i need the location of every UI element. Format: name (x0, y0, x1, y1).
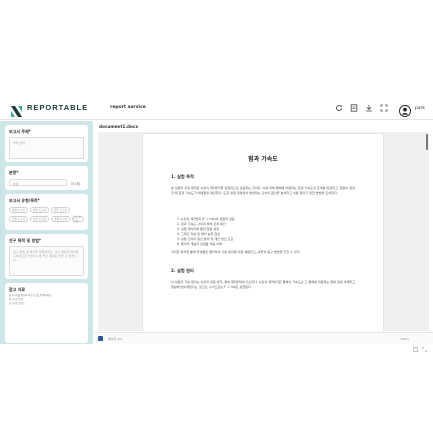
brand-name: REPORTABLE (27, 103, 89, 112)
report-type-label: 보고서 유형/목적* (9, 198, 40, 203)
report-settings-sidebar: 보고서 주제* 주제 입력 분량* 분량 자 (자) 보고서 유형/목적* 실험… (0, 121, 93, 344)
list-item: 3. 실험 데이터를 통한 질량 측정 (177, 227, 220, 231)
list-item: 4. 그래프 작성 및 해석 능력 향상 (177, 232, 221, 236)
document-page: 힘과 가속도 1. 실험 목적 본 실험의 주된 목적은 뉴턴의 제2법칙을 실… (143, 134, 383, 331)
chip-topic[interactable]: 주제 보고서 (51, 216, 70, 222)
app-header: REPORTABLE report service park (0, 96, 433, 120)
length-unit: 자 (자) (71, 182, 81, 186)
vertical-scrollbar[interactable] (426, 134, 428, 150)
chip-field[interactable]: 현장 보고서 (9, 216, 28, 222)
service-title: report service (110, 105, 146, 110)
document-viewer: document1.docx 힘과 가속도 1. 실험 목적 본 실험의 주된 … (94, 121, 433, 352)
chip-business[interactable]: 사업 보고서 (30, 216, 49, 222)
report-type-card: 보고서 유형/목적* 실험 보고서 결과 보고서 업무 보고서 현장 보고서 사… (5, 194, 88, 230)
length-card: 분량* 분량 자 (자) (5, 166, 88, 190)
research-label: 연구 목적 및 방법* (9, 238, 42, 243)
document-title: 힘과 가속도 (248, 156, 278, 163)
chip-experiment[interactable]: 실험 보고서 (9, 207, 28, 213)
app-window: REPORTABLE report service park 보고서 주제* 주… (0, 96, 433, 352)
research-card: 연구 목적 및 방법* 연구 방법 및 목적을 입력하세요. 연구 방법과 목적… (5, 234, 88, 279)
section-paragraph: 본 실험의 주된 목적은 뉴턴의 제2법칙을 실험적으로 검증하는 것이다. 이… (171, 186, 355, 195)
chip-work[interactable]: 업무 보고서 (51, 207, 70, 213)
reference-item[interactable]: 참고자료 업로드 (9, 302, 84, 306)
user-avatar-icon[interactable] (398, 102, 411, 117)
references-list: 참고자료를 첨부하거나 링크를 입력하세요 참고자료 입력 참고자료 업로드 (9, 294, 84, 305)
refresh-icon[interactable] (335, 104, 344, 113)
section-closing: 이러한 목적을 통해 학생들은 물리학의 기본 원리를 직접 체험하고, 과학적… (171, 250, 301, 254)
section-heading: 1. 실험 목적 (171, 174, 194, 179)
brand-logo[interactable]: REPORTABLE (11, 102, 89, 117)
expand-icon[interactable] (380, 104, 389, 113)
document-canvas[interactable]: 힘과 가속도 1. 실험 목적 본 실험의 주된 목적은 뉴턴의 제2법칙을 실… (98, 132, 429, 331)
chip-result[interactable]: 결과 보고서 (30, 207, 49, 213)
list-item: 5. 실험 오차의 원인 분석 및 개선 방안 도출 (177, 237, 234, 241)
length-input[interactable]: 분량 (9, 179, 67, 186)
references-card: 참고 자료 참고자료를 첨부하거나 링크를 입력하세요 참고자료 입력 참고자료… (5, 283, 88, 343)
research-input[interactable]: 연구 방법 및 목적을 입력하세요. 연구 방법과 목적을 구체적으로 작성할수… (9, 246, 84, 276)
subject-placeholder: 주제 입력 (13, 141, 25, 145)
document-file-name: document1.docx (99, 124, 139, 129)
section-heading: 2. 실험 원리 (171, 268, 194, 273)
fit-page-icon[interactable] (413, 337, 418, 352)
subject-card: 보고서 주제* 주제 입력 (5, 125, 88, 162)
list-item: 2. 힘과 가속도 사이의 비례 관계 확인 (177, 222, 226, 226)
zoom-level[interactable]: 100% (400, 337, 409, 341)
header-actions: park (329, 96, 425, 120)
section-paragraph: 이 실험의 기본 원리는 뉴턴의 운동 법칙, 특히 제2법칙에 기초한다. 뉴… (171, 280, 355, 289)
list-item: 6. 물리적 개념의 실생활 적용 이해 (177, 242, 222, 246)
list-item: 1. 뉴턴의 제2법칙 (F = ma)의 실험적 검증 (177, 217, 235, 221)
status-bar: 페이지 1/2 100% (94, 332, 433, 352)
length-placeholder: 분량 (13, 181, 19, 186)
document-icon[interactable] (350, 104, 359, 113)
chip-paper[interactable]: 논문 보고서 (72, 216, 84, 223)
subject-input[interactable]: 주제 입력 (9, 137, 84, 159)
user-name[interactable]: park (415, 106, 425, 111)
word-file-icon (98, 336, 103, 341)
logo-mark-icon (11, 102, 22, 117)
references-label: 참고 자료 (9, 287, 26, 292)
page-indicator: 페이지 1/2 (108, 337, 123, 341)
subject-label: 보고서 주제* (9, 129, 31, 134)
length-label: 분량* (9, 170, 19, 175)
research-placeholder: 연구 방법 및 목적을 입력하세요. 연구 방법과 목적을 구체적으로 작성할수… (13, 250, 79, 263)
fullscreen-icon[interactable] (422, 337, 427, 352)
download-icon[interactable] (365, 104, 374, 113)
